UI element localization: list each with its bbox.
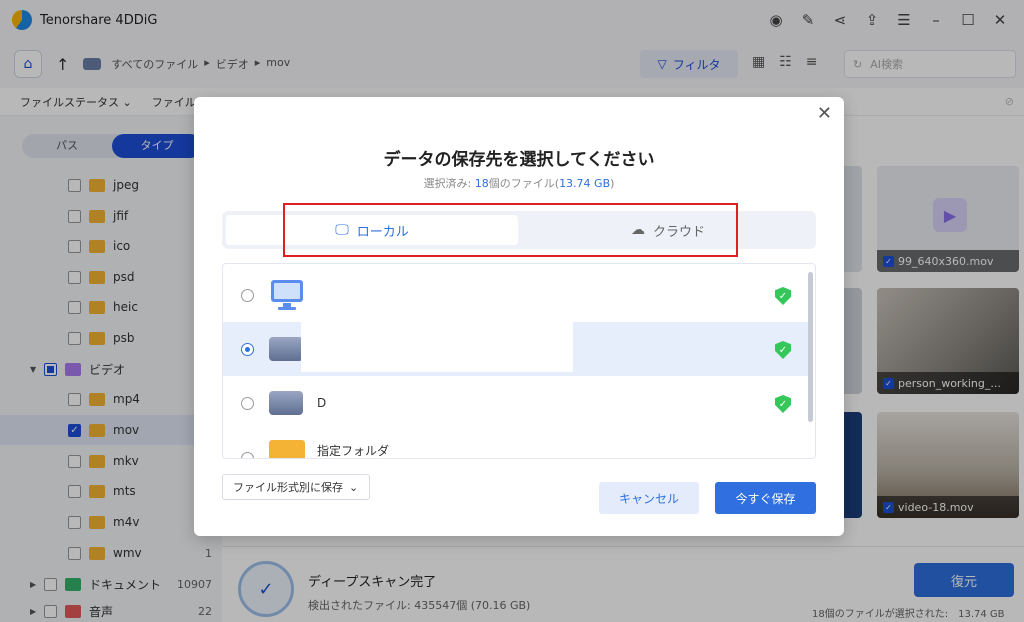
selected-count: 18: [474, 177, 489, 190]
shield-check-icon: ✓: [775, 395, 791, 413]
scrollbar[interactable]: [808, 272, 813, 422]
shield-check-icon: ✓: [775, 341, 791, 359]
radio-button[interactable]: [241, 288, 254, 302]
save-now-button[interactable]: 今すぐ保存: [715, 482, 816, 514]
cancel-button[interactable]: キャンセル: [599, 482, 699, 514]
redaction-block: [301, 322, 573, 372]
format-label: ファイル形式別に保存: [233, 481, 343, 494]
location-list: ✓ ✓ D ✓ 指定フォルダ: [222, 263, 816, 459]
radio-button[interactable]: [241, 396, 254, 410]
monitor-icon: [271, 280, 303, 310]
location-row[interactable]: ✓: [223, 268, 809, 322]
radio-button[interactable]: [241, 452, 254, 458]
format-dropdown[interactable]: ファイル形式別に保存 ⌄: [222, 474, 370, 500]
drive-icon: [269, 391, 303, 415]
location-label: 指定フォルダ: [317, 444, 390, 458]
shield-check-icon: ✓: [775, 287, 791, 305]
subtitle-mid: 個のファイル(: [488, 177, 560, 190]
radio-button[interactable]: [241, 342, 254, 356]
chevron-down-icon: ⌄: [349, 480, 359, 494]
dialog-title: データの保存先を選択してください: [383, 150, 655, 170]
folder-icon: [269, 440, 305, 458]
location-row[interactable]: 指定フォルダ: [223, 430, 809, 458]
location-label: D: [317, 396, 327, 410]
selected-size: 13.74 GB: [559, 177, 611, 190]
red-highlight-annotation: [283, 203, 738, 257]
dialog-subtitle: 選択済み: 18個のファイル(13.74 GB): [194, 175, 844, 191]
close-icon[interactable]: ✕: [817, 103, 832, 124]
save-location-dialog: ✕ データの保存先を選択してください 選択済み: 18個のファイル(13.74 …: [194, 97, 844, 536]
subtitle-suffix: ): [610, 177, 615, 190]
subtitle-prefix: 選択済み:: [423, 177, 475, 190]
location-row[interactable]: ✓: [223, 322, 809, 376]
location-row[interactable]: D ✓: [223, 376, 809, 430]
drive-icon: [269, 337, 303, 361]
